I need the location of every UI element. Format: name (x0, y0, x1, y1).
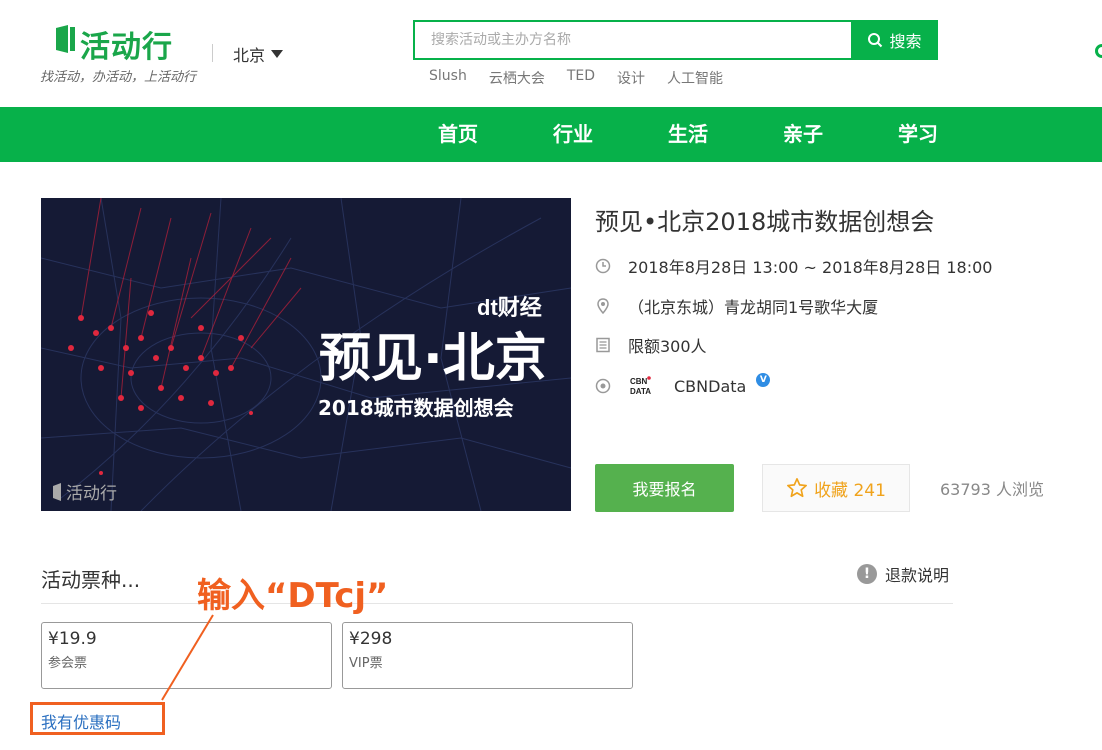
event-location[interactable]: （北京东城）青龙胡同1号歌华大厦 (628, 294, 878, 318)
info-icon: ! (857, 564, 877, 584)
hot-tag[interactable]: TED (567, 68, 595, 88)
logo-icon[interactable] (54, 24, 76, 54)
city-map-graphic: dt财经 预见·北京 2018城市数据创想会 活动行 (41, 198, 571, 511)
city-label: 北京 (233, 46, 266, 65)
city-selector[interactable]: 北京 (233, 42, 284, 66)
ticket-price: ¥19.9 (48, 629, 97, 649)
search-button[interactable]: 搜索 (851, 20, 938, 60)
hot-tag[interactable]: 云栖大会 (489, 68, 545, 88)
organizer-name[interactable]: CBNData (674, 377, 746, 396)
organizer-logo[interactable]: CBN DATA (628, 375, 662, 397)
event-capacity-row: 限额300人 (595, 333, 707, 357)
slogan: 找活动，办活动，上活动行 (40, 70, 197, 85)
caret-down-icon (271, 50, 284, 58)
favorite-button[interactable]: 收藏 241 (762, 464, 910, 512)
event-time-row: 2018年8月28日 13:00 ~ 2018年8月28日 18:00 (595, 254, 993, 278)
view-count: 63793 人浏览 (940, 480, 1044, 499)
star-icon (787, 478, 808, 498)
event-capacity: 限额300人 (628, 337, 707, 356)
hot-tag[interactable]: 人工智能 (667, 68, 723, 88)
banner-title: 预见·北京 (319, 329, 547, 389)
edge-ring-icon[interactable] (1095, 44, 1102, 58)
hot-tag[interactable]: 设计 (617, 68, 645, 88)
ticket-name: VIP票 (349, 656, 383, 671)
svg-text:DATA: DATA (630, 387, 651, 396)
coupon-code-link[interactable]: 我有优惠码 (41, 709, 121, 733)
search-box (413, 20, 851, 60)
event-banner: dt财经 预见·北京 2018城市数据创想会 活动行 (41, 198, 571, 511)
refund-policy-link[interactable]: ! 退款说明 (857, 562, 949, 586)
search-button-label: 搜索 (889, 32, 922, 51)
nav-item-parenting[interactable]: 亲子 (763, 107, 843, 162)
nav-item-life[interactable]: 生活 (648, 107, 728, 162)
tickets-section-title: 活动票种... (41, 568, 141, 592)
refund-label: 退款说明 (885, 566, 950, 585)
svg-text:CBN: CBN (630, 377, 648, 386)
ticket-option[interactable]: ¥298 VIP票 (342, 622, 633, 689)
section-divider (41, 603, 953, 604)
annotation-text: 输入“DTcj” (197, 576, 389, 616)
organizer-icon (595, 378, 611, 394)
ticket-price: ¥298 (349, 629, 393, 649)
list-icon (596, 337, 610, 353)
search-input[interactable] (415, 22, 851, 58)
favorite-label: 收藏 241 (814, 480, 886, 501)
organizer-row: CBN DATA CBNData V (595, 373, 771, 397)
signup-button[interactable]: 我要报名 (595, 464, 734, 512)
header-divider (212, 44, 213, 62)
nav-item-learning[interactable]: 学习 (878, 107, 958, 162)
event-time: 2018年8月28日 13:00 ~ 2018年8月28日 18:00 (628, 258, 993, 277)
ticket-name: 参会票 (48, 656, 88, 671)
event-title: 预见•北京2018城市数据创想会 (595, 208, 935, 236)
location-pin-icon (597, 298, 609, 314)
hot-tag[interactable]: Slush (429, 68, 467, 88)
nav-item-industry[interactable]: 行业 (533, 107, 613, 162)
logo-text[interactable]: 活动行 (80, 22, 173, 66)
ticket-option[interactable]: ¥19.9 参会票 (41, 622, 332, 689)
hot-tags: Slush 云栖大会 TED 设计 人工智能 (429, 68, 723, 88)
banner-brand: dt财经 (477, 295, 542, 320)
clock-icon (595, 258, 611, 274)
verified-badge-icon: V (756, 373, 771, 387)
nav-item-home[interactable]: 首页 (418, 107, 498, 162)
search-icon (868, 33, 883, 48)
banner-subtitle: 2018城市数据创想会 (318, 396, 514, 420)
banner-watermark: 活动行 (66, 484, 117, 504)
event-location-row: （北京东城）青龙胡同1号歌华大厦 (595, 294, 878, 318)
